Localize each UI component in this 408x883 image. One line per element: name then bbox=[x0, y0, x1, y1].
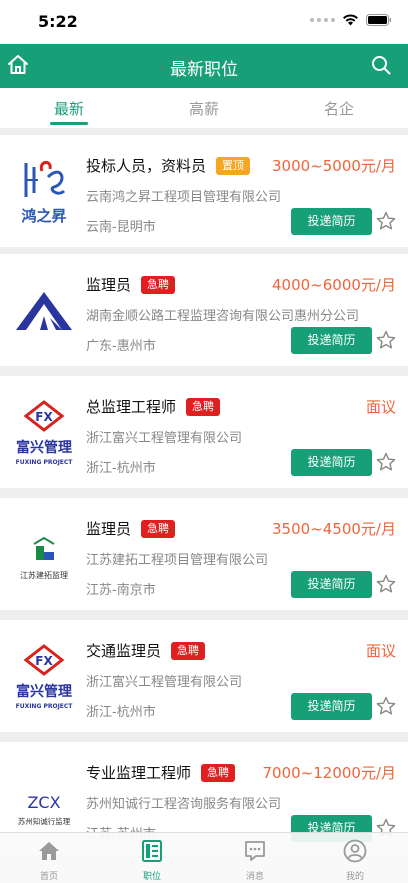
zcx-logo: ZCX 苏州知诚行监理 bbox=[18, 793, 71, 826]
document-icon bbox=[142, 840, 162, 862]
tab-active-indicator bbox=[50, 122, 88, 125]
job-card[interactable]: 鸿之昇 投标人员，资料员 置顶 3000~5000元/月 云南鸿之昇工程项目管理… bbox=[0, 135, 408, 247]
jiantuo-logo: 江苏建拓监理 bbox=[20, 536, 68, 580]
company-name: 云南鸿之昇工程项目管理有限公司 bbox=[86, 190, 282, 205]
page-title: 最新职位 bbox=[170, 60, 238, 80]
user-icon bbox=[343, 839, 367, 863]
svg-text:FX: FX bbox=[35, 410, 53, 424]
nav-label: 消息 bbox=[245, 872, 264, 882]
job-card[interactable]: FX 富兴管理 FUXING PROJECT 总监理工程师 急聘 面议 浙江富兴… bbox=[0, 376, 408, 488]
nav-label: 首页 bbox=[39, 872, 58, 882]
urgent-badge: 急聘 bbox=[171, 641, 206, 660]
nav-jobs[interactable]: 职位 bbox=[122, 839, 182, 882]
job-card[interactable]: 监理员 急聘 4000~6000元/月 湖南金顺公路工程监理咨询有限公司惠州分公… bbox=[0, 254, 408, 366]
company-name: 湖南金顺公路工程监理咨询有限公司惠州分公司 bbox=[86, 309, 360, 324]
tab-latest[interactable]: 最新 bbox=[29, 98, 109, 119]
bottom-nav: 首页 职位 消息 我的 bbox=[0, 832, 408, 883]
apply-button[interactable]: 投递简历 bbox=[291, 571, 372, 598]
job-title: 投标人员，资料员 置顶 bbox=[86, 155, 251, 176]
company-name: 苏州知诚行工程咨询服务有限公司 bbox=[86, 797, 282, 812]
star-icon[interactable] bbox=[376, 452, 396, 472]
company-logo: ZCX 苏州知诚行监理 bbox=[12, 760, 76, 836]
svg-text:FUXING PROJECT: FUXING PROJECT bbox=[16, 459, 74, 466]
company-logo: FX 富兴管理 FUXING PROJECT bbox=[12, 638, 76, 714]
salary: 面议 bbox=[365, 642, 396, 660]
status-time: 5:22 bbox=[38, 12, 78, 31]
apply-button[interactable]: 投递简历 bbox=[291, 208, 372, 235]
message-icon bbox=[245, 841, 265, 861]
company-logo: FX 富兴管理 FUXING PROJECT bbox=[12, 394, 76, 470]
job-title: 交通监理员 急聘 bbox=[86, 640, 206, 661]
nav-home[interactable]: 首页 bbox=[19, 839, 79, 882]
urgent-badge: 急聘 bbox=[141, 519, 176, 538]
svg-text:富兴管理: 富兴管理 bbox=[16, 439, 72, 456]
battery-icon bbox=[366, 14, 392, 26]
salary: 7000~12000元/月 bbox=[262, 764, 396, 782]
svg-text:富兴管理: 富兴管理 bbox=[16, 683, 72, 700]
home-icon bbox=[39, 842, 59, 860]
tab-bar: 最新 高薪 名企 bbox=[0, 88, 408, 128]
status-bar: 5:22 bbox=[0, 0, 408, 44]
tab-top-companies[interactable]: 名企 bbox=[299, 98, 379, 119]
apply-button[interactable]: 投递简历 bbox=[291, 449, 372, 476]
star-icon[interactable] bbox=[376, 574, 396, 594]
location: 云南-昆明市 bbox=[86, 220, 156, 235]
job-title: 专业监理工程师 急聘 bbox=[86, 762, 236, 783]
svg-text:鸿之昇: 鸿之昇 bbox=[21, 207, 66, 225]
location: 浙江-杭州市 bbox=[86, 705, 156, 720]
app-header: 最新职位 bbox=[0, 44, 408, 88]
company-name: 浙江富兴工程管理有限公司 bbox=[86, 431, 243, 446]
nav-messages[interactable]: 消息 bbox=[225, 839, 285, 882]
nav-profile[interactable]: 我的 bbox=[325, 839, 385, 882]
wifi-icon bbox=[343, 14, 358, 26]
tab-high-salary[interactable]: 高薪 bbox=[164, 98, 244, 119]
location: 江苏-南京市 bbox=[86, 583, 156, 598]
jinshun-logo bbox=[16, 292, 72, 330]
urgent-badge: 急聘 bbox=[201, 763, 236, 782]
star-icon[interactable] bbox=[376, 330, 396, 350]
company-name: 江苏建拓工程项目管理有限公司 bbox=[86, 553, 269, 568]
search-icon[interactable] bbox=[370, 54, 392, 76]
salary: 3500~4500元/月 bbox=[272, 520, 396, 538]
job-title: 总监理工程师 急聘 bbox=[86, 396, 221, 417]
location: 广东-惠州市 bbox=[86, 339, 156, 354]
svg-text:FUXING PROJECT: FUXING PROJECT bbox=[16, 703, 74, 710]
fuxing-logo: FX 富兴管理 FUXING PROJECT bbox=[16, 400, 74, 466]
job-card[interactable]: 江苏建拓监理 监理员 急聘 3500~4500元/月 江苏建拓工程项目管理有限公… bbox=[0, 498, 408, 610]
star-icon[interactable] bbox=[376, 696, 396, 716]
star-icon[interactable] bbox=[376, 211, 396, 231]
svg-text:苏州知诚行监理: 苏州知诚行监理 bbox=[18, 816, 71, 826]
nav-label: 我的 bbox=[345, 872, 364, 882]
salary: 面议 bbox=[365, 398, 396, 416]
job-card[interactable]: FX 富兴管理 FUXING PROJECT 交通监理员 急聘 面议 浙江富兴工… bbox=[0, 620, 408, 732]
pinned-badge: 置顶 bbox=[216, 156, 251, 175]
job-title: 监理员 急聘 bbox=[86, 274, 176, 295]
apply-button[interactable]: 投递简历 bbox=[291, 693, 372, 720]
company-logo: 江苏建拓监理 bbox=[12, 516, 76, 592]
svg-text:江苏建拓监理: 江苏建拓监理 bbox=[20, 570, 68, 580]
nav-label: 职位 bbox=[142, 872, 161, 882]
urgent-badge: 急聘 bbox=[141, 275, 176, 294]
urgent-badge: 急聘 bbox=[186, 397, 221, 416]
salary: 3000~5000元/月 bbox=[272, 157, 396, 175]
location: 浙江-杭州市 bbox=[86, 461, 156, 476]
company-logo bbox=[12, 272, 76, 348]
fuxing-logo: FX 富兴管理 FUXING PROJECT bbox=[16, 644, 74, 710]
hong-zhi-sheng-logo: 鸿之昇 bbox=[21, 161, 67, 225]
apply-button[interactable]: 投递简历 bbox=[291, 327, 372, 354]
status-icons bbox=[310, 14, 392, 26]
salary: 4000~6000元/月 bbox=[272, 276, 396, 294]
svg-text:ZCX: ZCX bbox=[27, 793, 60, 812]
svg-text:FX: FX bbox=[35, 654, 53, 668]
company-name: 浙江富兴工程管理有限公司 bbox=[86, 675, 243, 690]
company-logo: 鸿之昇 bbox=[12, 153, 76, 229]
job-title: 监理员 急聘 bbox=[86, 518, 176, 539]
signal-icon bbox=[310, 18, 335, 22]
